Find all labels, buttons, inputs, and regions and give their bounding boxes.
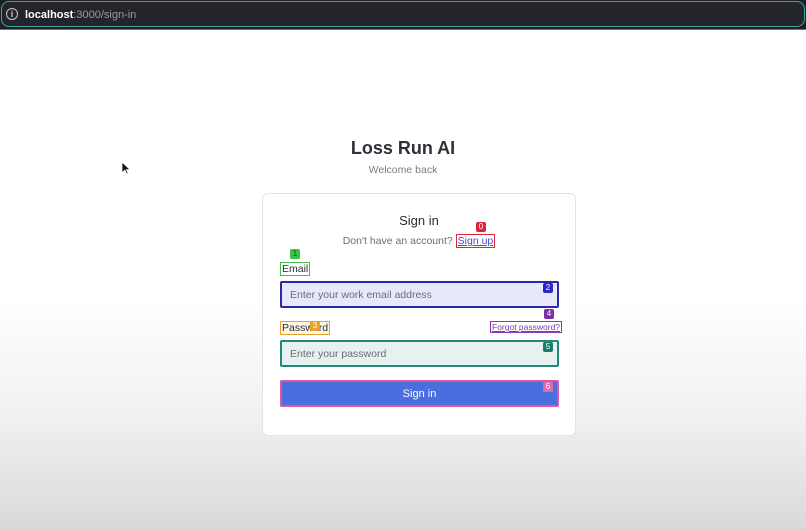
marker-badge: 6 <box>543 382 553 392</box>
email-input[interactable] <box>280 281 559 308</box>
card-title: Sign in <box>399 213 439 228</box>
marker-badge: 4 <box>544 309 554 319</box>
marker-badge: 1 <box>290 249 300 259</box>
app-title: Loss Run AI <box>350 138 456 158</box>
sign-in-card: Sign in Don't have an account? Sign up E… <box>262 193 576 436</box>
marker-badge: 2 <box>543 283 553 293</box>
password-input[interactable] <box>280 340 559 367</box>
browser-toolbar: i localhost:3000/sign-in <box>0 0 806 30</box>
signup-prompt-line: Don't have an account? Sign up <box>263 234 575 248</box>
marker-badge: 5 <box>543 342 553 352</box>
address-bar[interactable]: i localhost:3000/sign-in <box>1 1 805 27</box>
password-label: Password <box>280 321 331 335</box>
info-icon[interactable]: i <box>6 8 18 20</box>
forgot-password-link[interactable]: Forgot password? <box>490 321 563 333</box>
marker-badge: 0 <box>476 222 486 232</box>
email-label: Email <box>280 262 311 276</box>
url-text[interactable]: localhost:3000/sign-in <box>25 8 136 22</box>
signup-prompt: Don't have an account? <box>342 235 453 247</box>
app-subtitle: Welcome back <box>368 164 438 176</box>
signup-link[interactable]: Sign up <box>455 234 496 248</box>
marker-badge: 3 <box>310 321 320 331</box>
sign-in-button[interactable]: Sign in <box>280 380 559 407</box>
url-host: localhost <box>25 9 74 21</box>
url-path: :3000/sign-in <box>73 9 137 21</box>
